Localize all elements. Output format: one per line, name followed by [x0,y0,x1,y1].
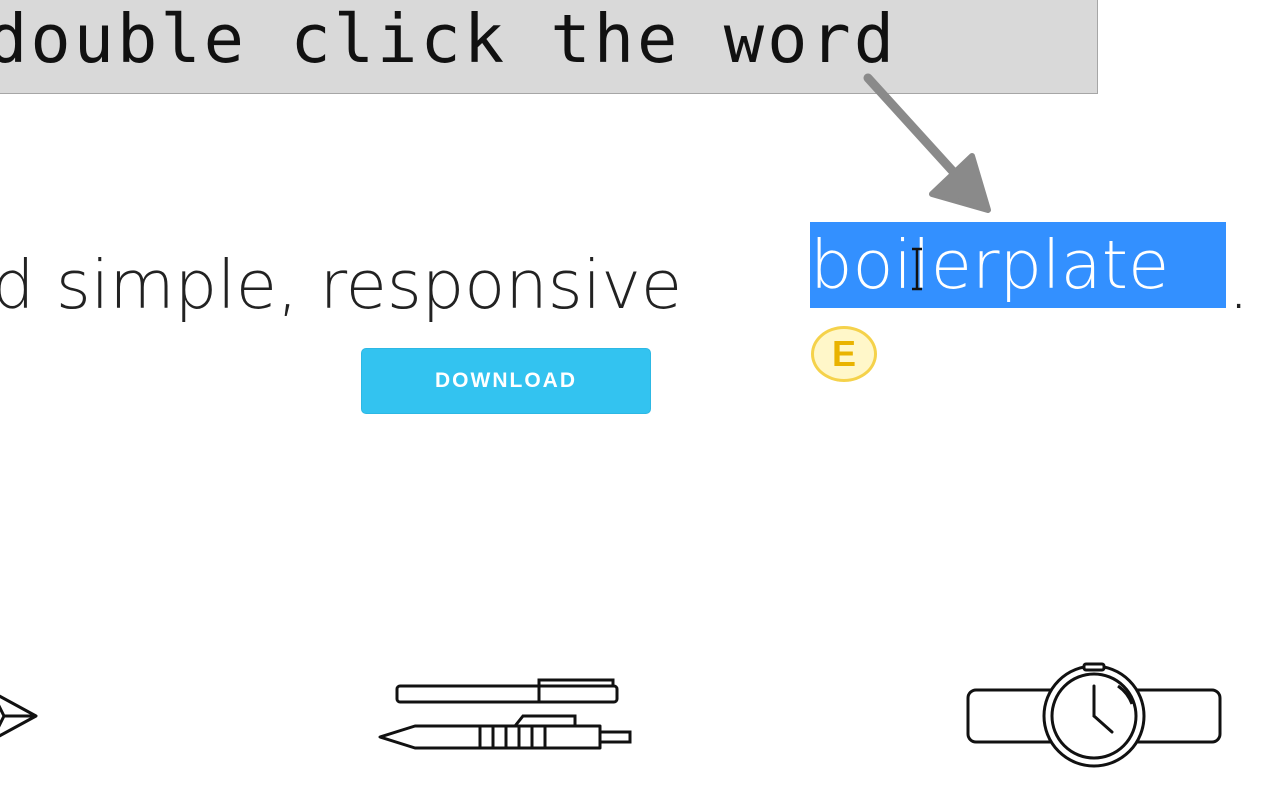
arrow-icon [863,73,991,213]
hero-period: . [1228,246,1250,324]
download-button[interactable]: DOWNLOAD [361,348,651,414]
watch-icon [966,662,1222,768]
i-beam-cursor-icon [912,247,922,291]
instruction-text: double click the word [0,0,898,78]
hero-tagline: d simple, responsive boilerplate. [0,222,1249,324]
pens-icon [378,678,632,750]
selected-word[interactable]: boilerplate [810,222,1226,308]
paper-plane-icon [0,694,38,738]
extension-badge[interactable]: E [811,326,877,382]
hero-text: d simple, responsive [0,246,683,324]
